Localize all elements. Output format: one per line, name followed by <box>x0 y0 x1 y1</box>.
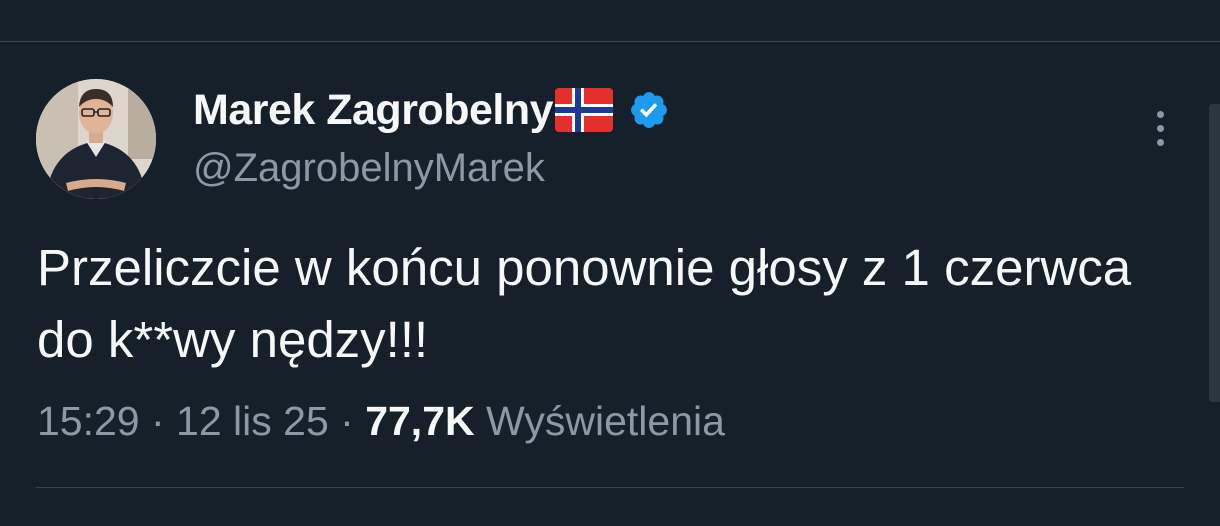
meta-separator: · <box>328 398 366 444</box>
avatar-photo <box>36 79 156 199</box>
more-options-icon[interactable] <box>1142 106 1178 150</box>
tweet-meta: 15:29 · 12 lis 25 · 77,7K Wyświetlenia <box>37 398 725 445</box>
avatar[interactable] <box>36 79 156 199</box>
author-handle[interactable]: @ZagrobelnyMarek <box>193 146 545 191</box>
tweet-time[interactable]: 15:29 <box>37 398 140 444</box>
author-name-row[interactable]: Marek Zagrobelny <box>193 84 670 136</box>
scrollbar[interactable] <box>1209 104 1220 402</box>
tweet-text: Przeliczcie w końcu ponownie głosy z 1 c… <box>37 239 1132 368</box>
verified-badge-icon[interactable] <box>628 89 670 131</box>
views-label[interactable]: Wyświetlenia <box>486 398 725 444</box>
author-display-name[interactable]: Marek Zagrobelny <box>193 86 554 135</box>
more-dot <box>1156 110 1164 118</box>
norway-flag-icon <box>555 88 613 132</box>
more-dot <box>1156 124 1164 132</box>
meta-separator: · <box>139 398 177 444</box>
tweet-date[interactable]: 12 lis 25 <box>176 398 329 444</box>
bottom-divider <box>36 487 1184 488</box>
top-divider <box>0 41 1220 42</box>
views-count[interactable]: 77,7K <box>365 398 474 444</box>
more-dot <box>1156 138 1164 146</box>
